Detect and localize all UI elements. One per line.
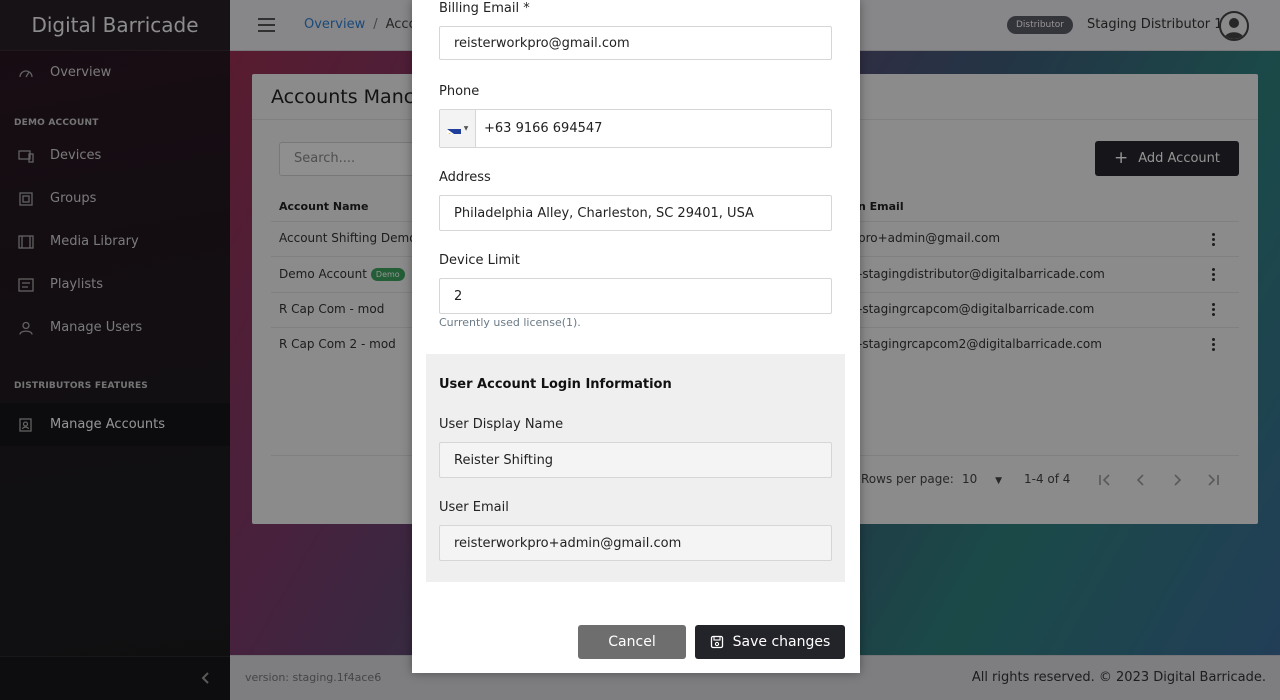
save-changes-button[interactable]: Save changes <box>695 625 845 659</box>
user-email-label: User Email <box>439 500 509 515</box>
caret-down-icon: ▼ <box>463 125 469 132</box>
philippines-flag-icon <box>446 124 461 134</box>
display-name-field[interactable]: Reister Shifting <box>439 442 832 478</box>
edit-account-modal: Billing Email * reisterworkpro@gmail.com… <box>412 0 860 673</box>
device-limit-field[interactable]: 2 <box>439 278 832 314</box>
phone-field[interactable]: ▼ +63 9166 694547 <box>439 109 832 148</box>
device-limit-hint: Currently used license(1). <box>439 316 581 329</box>
user-email-field[interactable]: reisterworkpro+admin@gmail.com <box>439 525 832 561</box>
address-label: Address <box>439 170 491 185</box>
country-selector[interactable]: ▼ <box>440 110 476 147</box>
device-limit-label: Device Limit <box>439 253 520 268</box>
login-info-section: User Account Login Information User Disp… <box>426 354 845 582</box>
save-icon <box>710 635 723 649</box>
address-field[interactable]: Philadelphia Alley, Charleston, SC 29401… <box>439 195 832 231</box>
billing-email-label: Billing Email * <box>439 1 530 16</box>
display-name-label: User Display Name <box>439 417 564 432</box>
phone-input[interactable]: +63 9166 694547 <box>476 110 602 147</box>
phone-label: Phone <box>439 84 480 99</box>
cancel-button[interactable]: Cancel <box>578 625 686 659</box>
section-title: User Account Login Information <box>439 377 672 392</box>
save-label: Save changes <box>732 634 831 650</box>
billing-email-field[interactable]: reisterworkpro@gmail.com <box>439 26 832 60</box>
